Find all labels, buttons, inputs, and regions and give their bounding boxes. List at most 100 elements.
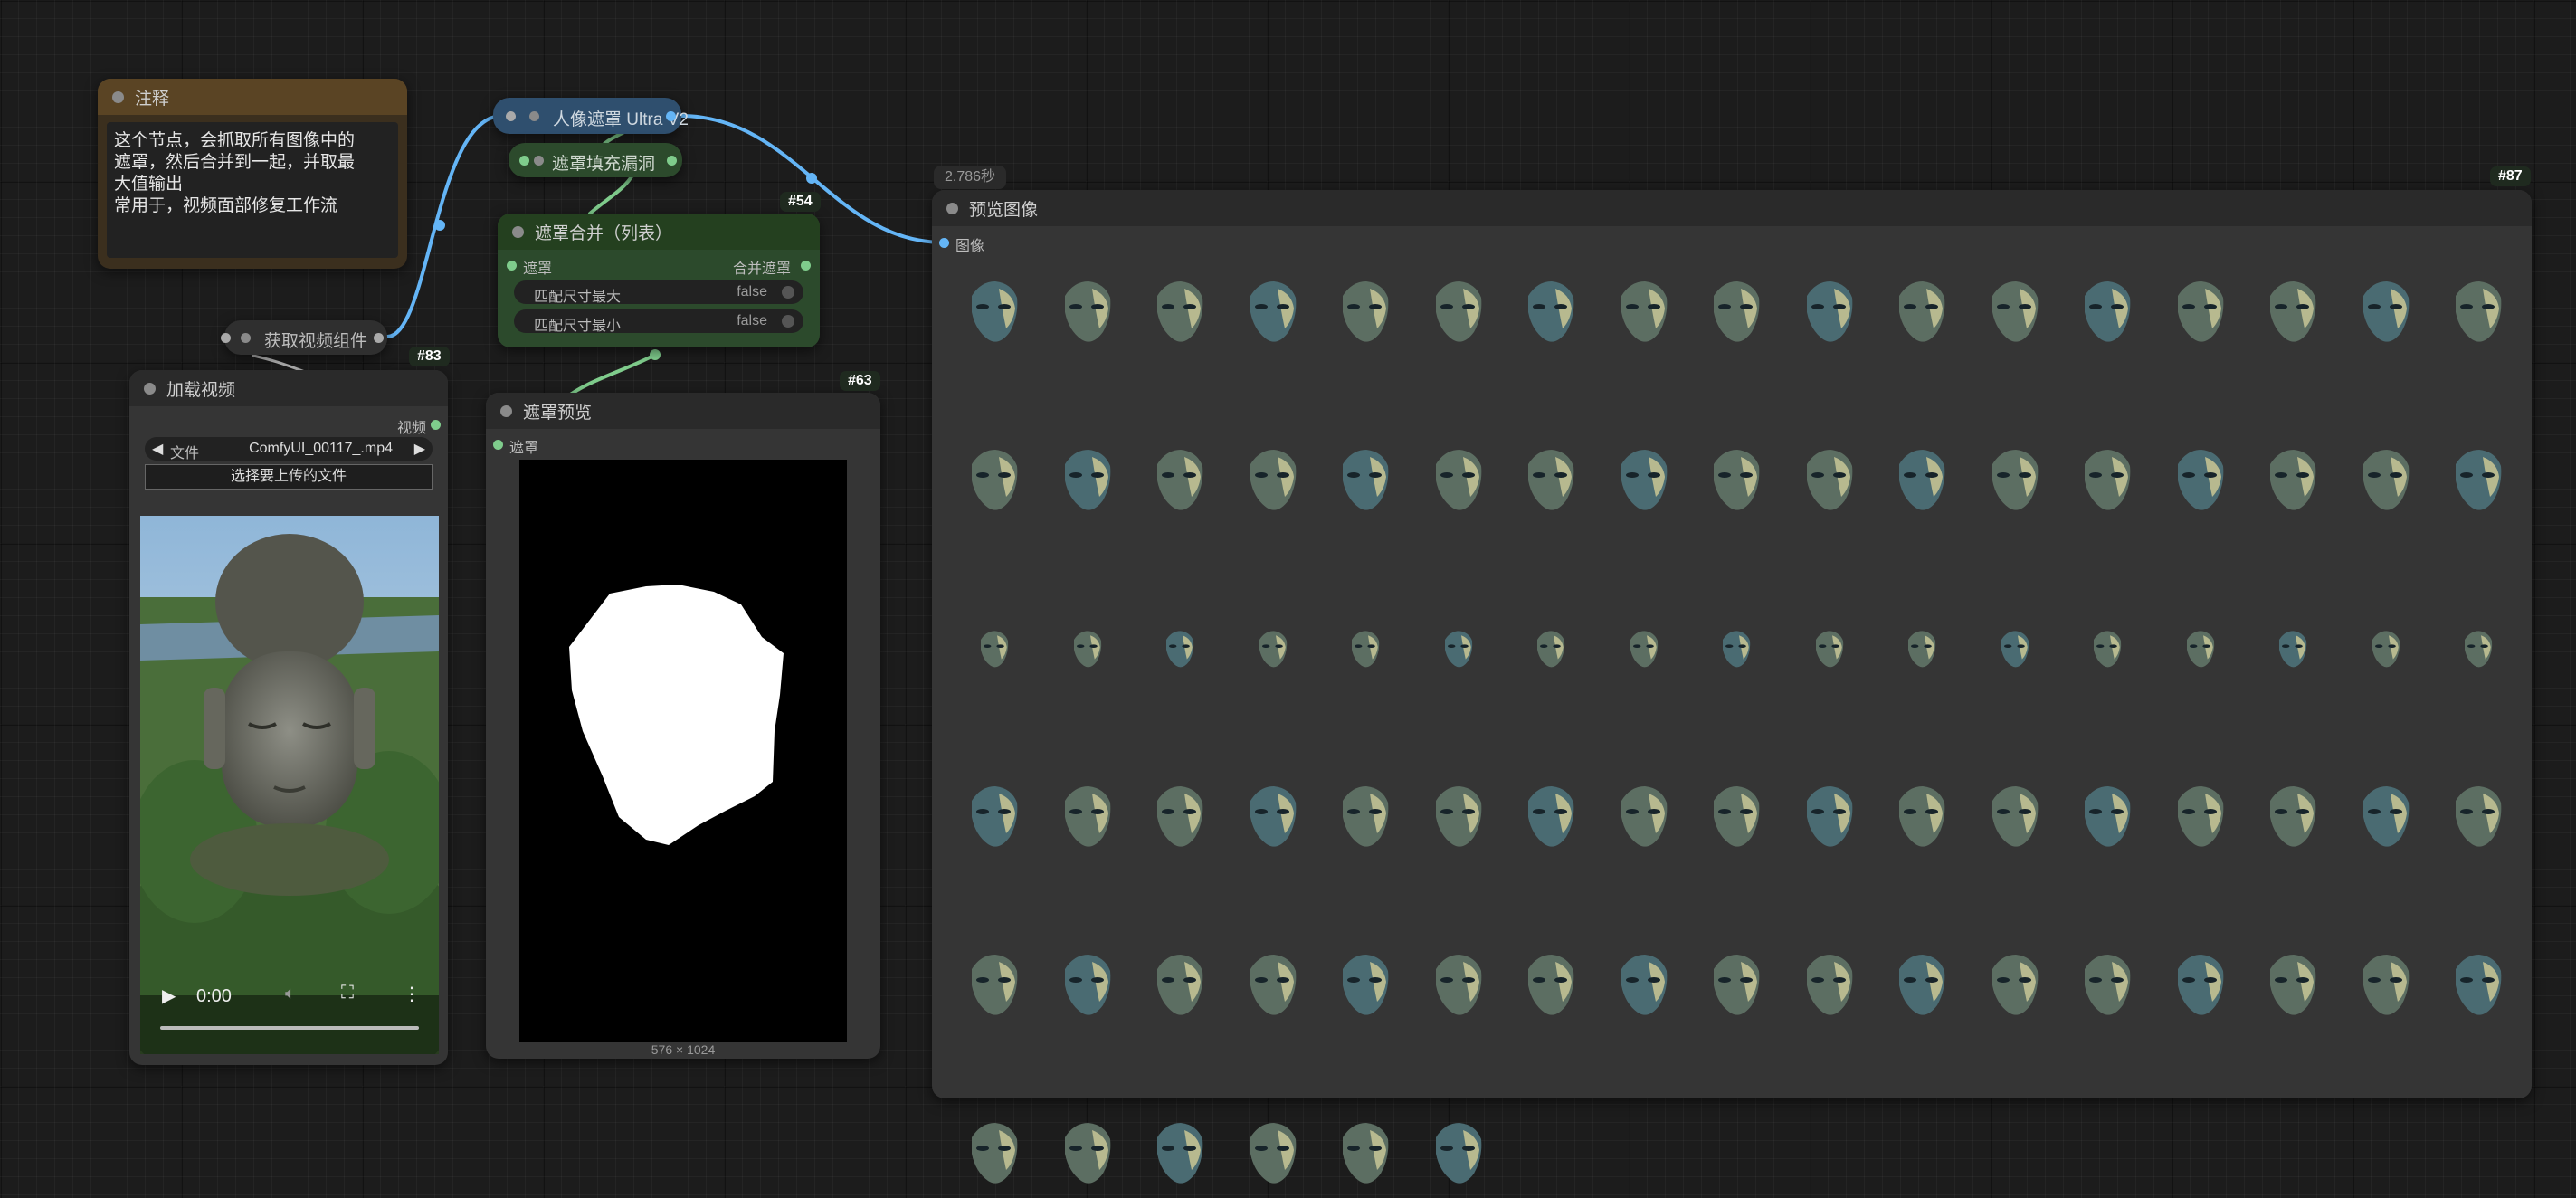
preview-thumbnail[interactable]	[1798, 949, 1861, 1025]
preview-thumbnail[interactable]	[1612, 276, 1676, 352]
preview-thumbnail[interactable]	[1705, 613, 1768, 689]
preview-thumbnail[interactable]	[1519, 613, 1583, 689]
output-slot-dot[interactable]	[667, 156, 677, 166]
preview-thumbnail[interactable]	[1705, 276, 1768, 352]
output-slot-dot[interactable]	[374, 333, 384, 343]
preview-thumbnail[interactable]	[2169, 276, 2232, 352]
preview-thumbnail[interactable]	[1427, 1117, 1490, 1193]
preview-thumbnail[interactable]	[963, 1117, 1026, 1193]
preview-thumbnail[interactable]	[1612, 781, 1676, 857]
preview-thumbnail[interactable]	[963, 781, 1026, 857]
preview-thumbnail[interactable]	[1056, 1117, 1119, 1193]
preview-thumbnail[interactable]	[1519, 781, 1583, 857]
preview-thumbnail[interactable]	[1798, 781, 1861, 857]
collapse-dot-icon[interactable]	[500, 404, 512, 417]
preview-thumbnail[interactable]	[1056, 949, 1119, 1025]
preview-thumbnail[interactable]	[1334, 949, 1397, 1025]
match-size-min-toggle[interactable]: 匹配尺寸最小 false	[514, 309, 803, 334]
play-icon[interactable]: ▶	[162, 984, 176, 1007]
output-slot-dot[interactable]	[801, 261, 811, 271]
preview-thumbnail[interactable]	[2447, 444, 2510, 520]
input-slot-dot[interactable]	[493, 440, 503, 450]
preview-thumbnail[interactable]	[1241, 276, 1305, 352]
preview-thumbnail[interactable]	[1890, 949, 1953, 1025]
preview-thumbnail[interactable]	[1241, 781, 1305, 857]
output-slot-dot[interactable]	[431, 420, 441, 430]
preview-thumbnail[interactable]	[1427, 276, 1490, 352]
preview-thumbnail[interactable]	[2169, 949, 2232, 1025]
preview-thumbnail[interactable]	[2076, 276, 2139, 352]
preview-thumbnail[interactable]	[1056, 613, 1119, 689]
preview-thumbnail[interactable]	[1798, 613, 1861, 689]
preview-thumbnail[interactable]	[1334, 1117, 1397, 1193]
preview-thumbnail[interactable]	[2354, 781, 2418, 857]
preview-thumbnail[interactable]	[2354, 276, 2418, 352]
preview-thumbnail[interactable]	[2447, 781, 2510, 857]
note-node[interactable]: 注释 这个节点，会抓取所有图像中的 遮罩，然后合并到一起，并取最 大值输出 常用…	[98, 79, 407, 269]
preview-thumbnail[interactable]	[1612, 949, 1676, 1025]
preview-thumbnail[interactable]	[1612, 613, 1676, 689]
collapse-dot-icon[interactable]	[144, 382, 156, 395]
preview-thumbnail[interactable]	[2261, 613, 2324, 689]
preview-thumbnail[interactable]	[1705, 444, 1768, 520]
load-video-header[interactable]: 加载视频	[129, 370, 448, 406]
preview-thumbnail[interactable]	[1983, 781, 2047, 857]
preview-thumbnail[interactable]	[1890, 613, 1953, 689]
preview-thumbnail[interactable]	[1056, 781, 1119, 857]
preview-thumbnail[interactable]	[1427, 949, 1490, 1025]
input-slot-dot[interactable]	[939, 238, 949, 248]
preview-thumbnail[interactable]	[2447, 613, 2510, 689]
input-slot-dot[interactable]	[506, 111, 516, 121]
file-selector[interactable]: ◀ 文件 ComfyUI_00117_.mp4 ▶	[145, 437, 433, 461]
preview-thumbnail[interactable]	[2354, 949, 2418, 1025]
preview-thumbnail[interactable]	[1241, 949, 1305, 1025]
preview-thumbnail[interactable]	[1427, 613, 1490, 689]
preview-thumbnail[interactable]	[1148, 276, 1212, 352]
preview-thumbnail[interactable]	[1519, 276, 1583, 352]
preview-thumbnail[interactable]	[1612, 444, 1676, 520]
note-text-area[interactable]: 这个节点，会抓取所有图像中的 遮罩，然后合并到一起，并取最 大值输出 常用于，视…	[107, 122, 398, 258]
preview-image-header[interactable]: 预览图像	[932, 190, 2532, 226]
preview-thumbnail[interactable]	[2447, 949, 2510, 1025]
merge-header[interactable]: 遮罩合并（列表）	[498, 214, 820, 250]
preview-thumbnail[interactable]	[1148, 781, 1212, 857]
preview-thumbnail[interactable]	[1148, 949, 1212, 1025]
match-size-max-toggle[interactable]: 匹配尺寸最大 false	[514, 280, 803, 305]
preview-thumbnail[interactable]	[1334, 444, 1397, 520]
arrow-right-icon[interactable]: ▶	[414, 440, 425, 458]
preview-thumbnail[interactable]	[1334, 613, 1397, 689]
preview-thumbnail[interactable]	[1519, 949, 1583, 1025]
preview-thumbnail[interactable]	[2354, 444, 2418, 520]
preview-thumbnail[interactable]	[1241, 444, 1305, 520]
preview-thumbnail[interactable]	[1056, 444, 1119, 520]
preview-thumbnail[interactable]	[963, 444, 1026, 520]
fill-holes-node[interactable]: 遮罩填充漏洞	[509, 143, 682, 177]
video-progress-bar[interactable]	[160, 1026, 419, 1030]
preview-thumbnail[interactable]	[963, 949, 1026, 1025]
preview-thumbnail[interactable]	[1890, 444, 1953, 520]
preview-thumbnail[interactable]	[1983, 613, 2047, 689]
preview-thumbnail[interactable]	[1241, 1117, 1305, 1193]
mask-merge-list-node[interactable]: 遮罩合并（列表） 遮罩 合并遮罩 匹配尺寸最大 false 匹配尺寸最小 fal…	[498, 214, 820, 347]
preview-thumbnail[interactable]	[2261, 276, 2324, 352]
preview-thumbnail[interactable]	[963, 276, 1026, 352]
preview-thumbnail[interactable]	[1334, 781, 1397, 857]
fullscreen-icon[interactable]: ⛶	[341, 983, 354, 1003]
preview-thumbnail[interactable]	[2076, 444, 2139, 520]
more-vertical-icon[interactable]: ⋮	[403, 983, 421, 1005]
video-player[interactable]: ▶ 0:00 🔈︎ ⛶ ⋮	[140, 516, 439, 1054]
preview-thumbnail[interactable]	[1890, 781, 1953, 857]
preview-thumbnail[interactable]	[1334, 276, 1397, 352]
load-video-node[interactable]: 加载视频 视频 ◀ 文件 ComfyUI_00117_.mp4 ▶ 选择要上传的…	[129, 370, 448, 1065]
preview-thumbnail[interactable]	[2169, 444, 2232, 520]
preview-thumbnail[interactable]	[1983, 444, 2047, 520]
collapse-dot-icon[interactable]	[112, 90, 124, 103]
preview-thumbnail[interactable]	[2261, 781, 2324, 857]
preview-thumbnail[interactable]	[2169, 781, 2232, 857]
input-slot-dot[interactable]	[221, 333, 231, 343]
preview-thumbnail[interactable]	[1798, 276, 1861, 352]
preview-thumbnail[interactable]	[2169, 613, 2232, 689]
preview-thumbnail[interactable]	[1427, 444, 1490, 520]
portrait-mask-node[interactable]: 人像遮罩 Ultra V2	[493, 98, 689, 134]
preview-thumbnail[interactable]	[1148, 1117, 1212, 1193]
